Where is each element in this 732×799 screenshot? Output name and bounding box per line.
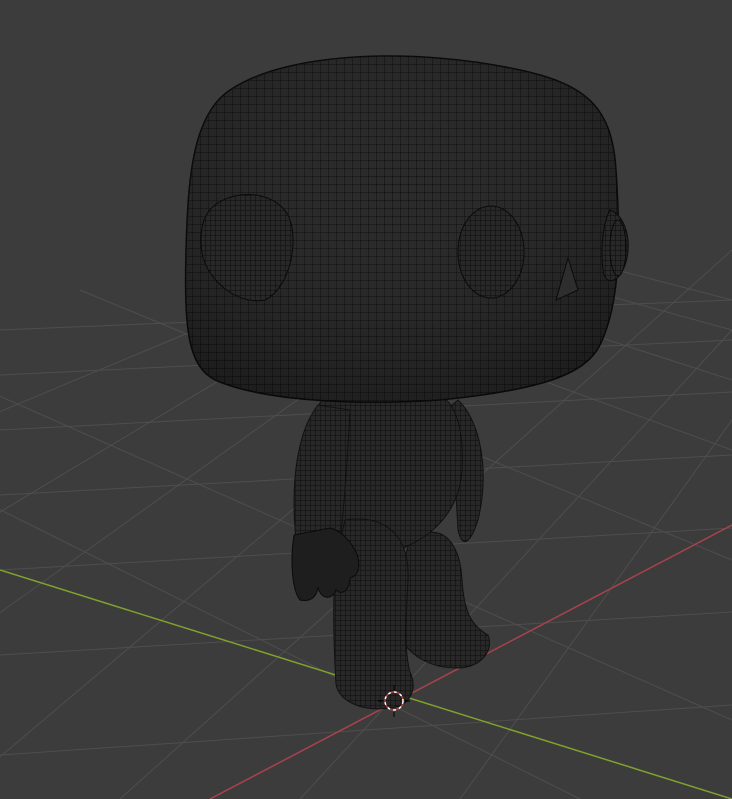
pop-figure-mesh[interactable]	[184, 55, 629, 710]
viewport-canvas[interactable]	[0, 0, 732, 799]
left-eye[interactable]	[457, 205, 525, 299]
left-arm[interactable]	[293, 404, 351, 551]
right-eye[interactable]	[609, 219, 627, 277]
3d-viewport[interactable]	[0, 0, 732, 799]
right-leg[interactable]	[398, 531, 490, 669]
